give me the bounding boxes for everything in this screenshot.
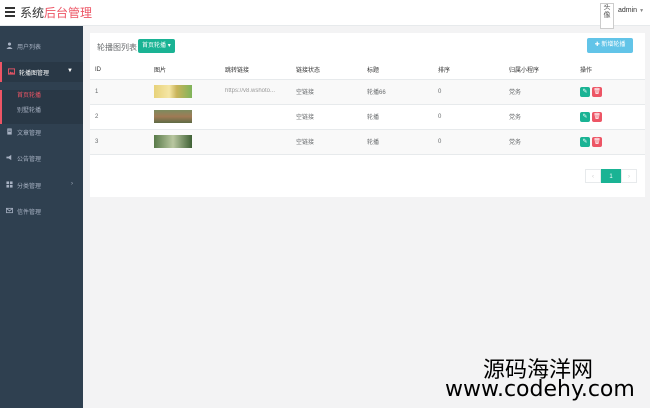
submenu-item-home-carousel[interactable]: 首页轮播	[17, 90, 41, 99]
user-menu[interactable]: admin ▼	[618, 7, 644, 14]
user-icon	[6, 42, 13, 49]
sidebar-item-announcements[interactable]: 公告管理	[0, 148, 83, 168]
announcement-icon	[6, 154, 12, 161]
cell-status: 空链接	[296, 115, 315, 121]
header-actions: 操作	[575, 61, 645, 80]
sidebar-item-categories[interactable]: 分类管理 ›	[0, 175, 83, 195]
edit-icon[interactable]: ✎	[580, 86, 590, 97]
trash-icon[interactable]: 🗑	[592, 136, 602, 147]
header-image: 图片	[149, 61, 220, 80]
cell-status: 空链接	[296, 140, 315, 146]
add-carousel-button[interactable]: ✚ 新增轮播	[587, 38, 633, 53]
pagination-next[interactable]: ›	[621, 169, 637, 183]
cell-id: 2	[95, 113, 99, 120]
sidebar-item-label: 用户列表	[17, 45, 42, 51]
sidebar-item-label: 分类管理	[17, 184, 42, 190]
avatar[interactable]: 头像	[600, 3, 614, 29]
cell-actions: ✎ 🗑	[575, 104, 645, 129]
sidebar-item-label: 信件管理	[17, 210, 42, 216]
edit-icon[interactable]: ✎	[580, 136, 590, 147]
header-link-status: 链接状态	[291, 61, 362, 80]
caret-down-icon: ▼	[67, 68, 73, 74]
cell-sort: 0	[438, 88, 442, 95]
menu-toggle-icon[interactable]	[5, 7, 15, 17]
cell-sort: 0	[438, 138, 442, 145]
envelope-icon	[6, 207, 13, 214]
carousel-type-dropdown[interactable]: 首页轮播 ▾	[138, 39, 175, 53]
header-mini-program: 归属小程序	[504, 61, 575, 80]
sidebar-item-label: 轮播图管理	[19, 71, 50, 77]
link-text[interactable]: https://v8.wshoto...	[225, 88, 275, 94]
carousel-list-panel: 轮播图列表 首页轮播 ▾ ✚ 新增轮播 ID 图片 跳转链接 链接状态 标题 排…	[90, 33, 645, 197]
chevron-right-icon: ›	[71, 181, 73, 187]
top-header: 系统后台管理 头像 admin ▼	[0, 0, 650, 29]
table-row: 2 空链接 轮播 0 党务 ✎ 🗑	[90, 104, 645, 129]
sidebar-item-label: 公告管理	[17, 157, 42, 163]
panel-title: 轮播图列表	[97, 43, 137, 52]
chevron-down-icon: ▼	[639, 8, 645, 14]
header-title: 标题	[362, 61, 433, 80]
plus-icon: ✚	[594, 42, 600, 48]
cell-link	[220, 129, 291, 154]
brand-title: 系统后台管理	[20, 4, 92, 21]
sidebar-item-carousel[interactable]: 轮播图管理 ▼	[0, 62, 83, 82]
document-icon	[7, 128, 12, 135]
header-id: ID	[90, 61, 149, 80]
table-row: 1 https://v8.wshoto... 空链接 轮播66 0 党务 ✎ 🗑	[90, 79, 645, 104]
dropdown-label: 首页轮播	[142, 43, 167, 49]
submenu-label: 别墅轮播	[17, 108, 42, 114]
table-row: 3 空链接 轮播 0 党务 ✎ 🗑	[90, 129, 645, 154]
cell-mini-program: 党务	[509, 90, 522, 96]
cell-link	[220, 104, 291, 129]
carousel-table: ID 图片 跳转链接 链接状态 标题 排序 归属小程序 操作 1 https:/…	[90, 61, 645, 155]
submenu-label: 首页轮播	[17, 93, 42, 99]
table-header-row: ID 图片 跳转链接 链接状态 标题 排序 归属小程序 操作	[90, 61, 645, 80]
cell-title: 轮播	[367, 115, 380, 121]
pagination-page-current[interactable]: 1	[601, 169, 621, 183]
trash-icon[interactable]: 🗑	[592, 111, 602, 122]
cell-link: https://v8.wshoto...	[220, 79, 291, 104]
cell-image	[149, 129, 220, 154]
submenu: 首页轮播 别墅轮播	[0, 90, 83, 124]
cell-mini-program: 党务	[509, 115, 522, 121]
image-icon	[8, 68, 15, 75]
carousel-thumbnail[interactable]	[154, 135, 192, 148]
sidebar: 用户列表 轮播图管理 ▼ 首页轮播 别墅轮播 文章管理 公告管理 分类管理 › …	[0, 26, 83, 408]
cell-title: 轮播	[367, 140, 380, 146]
username: admin	[618, 7, 638, 14]
pagination: ‹ 1 ›	[585, 169, 637, 183]
cell-id: 1	[95, 88, 99, 95]
cell-status: 空链接	[296, 90, 315, 96]
watermark-line2: www.codehy.com	[445, 377, 635, 402]
cell-actions: ✎ 🗑	[575, 79, 645, 104]
sidebar-item-articles[interactable]: 文章管理	[0, 122, 83, 142]
trash-icon[interactable]: 🗑	[592, 86, 602, 97]
caret-down-icon: ▾	[167, 43, 171, 49]
sidebar-item-label: 文章管理	[17, 131, 42, 137]
cell-title: 轮播66	[367, 90, 386, 96]
cell-sort: 0	[438, 113, 442, 120]
cell-image	[149, 79, 220, 104]
carousel-thumbnail[interactable]	[154, 85, 192, 98]
grid-icon	[6, 181, 13, 188]
brand-accent: 后台管理	[44, 6, 93, 20]
cell-actions: ✎ 🗑	[575, 129, 645, 154]
cell-id: 3	[95, 138, 99, 145]
carousel-thumbnail[interactable]	[154, 110, 192, 123]
header-sort: 排序	[433, 61, 504, 80]
pagination-prev[interactable]: ‹	[585, 169, 601, 183]
sidebar-item-letters[interactable]: 信件管理	[0, 201, 83, 221]
header-link: 跳转链接	[220, 61, 291, 80]
cell-image	[149, 104, 220, 129]
brand-prefix: 系统	[20, 6, 45, 20]
sidebar-item-users[interactable]: 用户列表	[0, 36, 83, 56]
submenu-item-villa-carousel[interactable]: 别墅轮播	[17, 105, 41, 114]
cell-mini-program: 党务	[509, 140, 522, 146]
add-button-label: 新增轮播	[601, 42, 626, 48]
avatar-alt-text: 头像	[603, 4, 611, 19]
edit-icon[interactable]: ✎	[580, 111, 590, 122]
